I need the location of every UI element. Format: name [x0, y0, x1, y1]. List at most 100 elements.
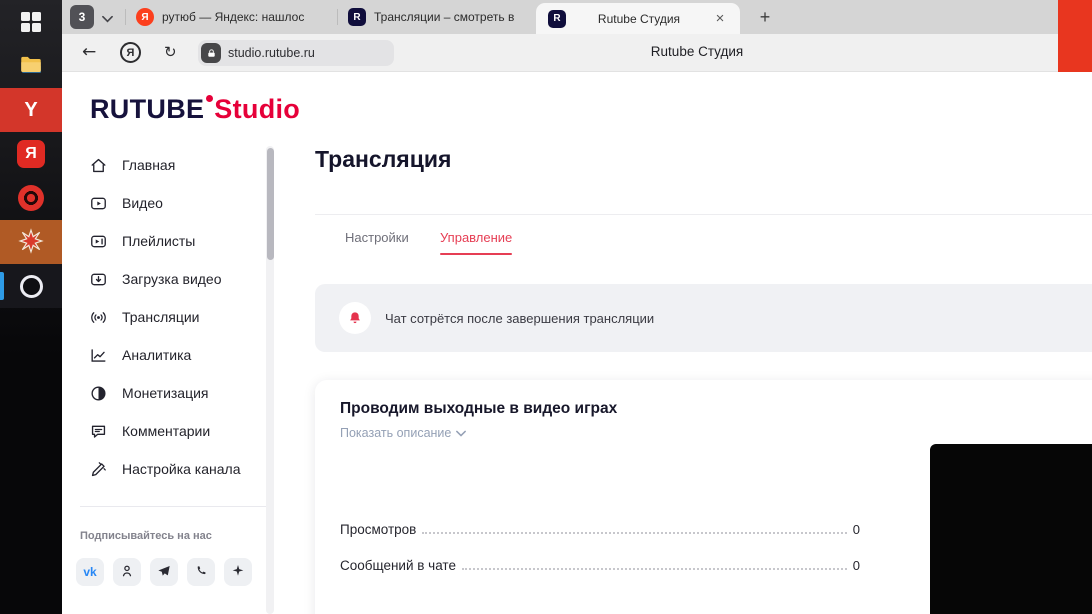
- page-title: Трансляция: [315, 146, 452, 172]
- playlist-icon: [88, 231, 108, 251]
- dotted-leader: [422, 532, 847, 534]
- telegram-icon: [156, 563, 172, 582]
- notice-banner: Чат сотрётся после завершения трансляции: [315, 284, 1092, 352]
- tab-title: Трансляции – смотреть в: [374, 10, 515, 24]
- sidebar-item-playlists[interactable]: Плейлисты: [80, 222, 270, 260]
- bell-icon: [339, 302, 371, 334]
- scrollbar-thumb[interactable]: [266, 148, 274, 260]
- odnoklassniki-button[interactable]: [113, 558, 141, 586]
- tab-settings[interactable]: Настройки: [345, 230, 409, 245]
- stream-preview[interactable]: [930, 444, 1092, 614]
- rutube-favicon: R: [548, 9, 566, 28]
- sidebar-item-video[interactable]: Видео: [80, 184, 270, 222]
- close-tab-button[interactable]: ×: [712, 11, 728, 26]
- stat-label: Просмотров: [340, 522, 417, 537]
- sidebar-item-label: Монетизация: [122, 385, 209, 401]
- chevron-down-icon: [456, 426, 467, 440]
- refresh-button[interactable]: ↻: [164, 43, 177, 61]
- sidebar-item-label: Комментарии: [122, 423, 211, 439]
- tab-counter-button[interactable]: 3: [70, 5, 94, 29]
- yandex-browser-icon: Y: [24, 98, 38, 121]
- sidebar-item-label: Плейлисты: [122, 233, 196, 249]
- new-tab-button[interactable]: +: [752, 4, 778, 30]
- desktop: Y Я 3 Я рутюб — Яндекс: нашлос R Трансля…: [0, 0, 1092, 614]
- sidebar-item-channel-settings[interactable]: Настройка канала: [80, 450, 270, 488]
- stat-value: 0: [852, 558, 860, 573]
- background-window-edge: [1058, 0, 1092, 72]
- browser-toolbar: ← Я ↻ studio.rutube.ru Rutube Студия: [62, 34, 1092, 72]
- back-button[interactable]: ←: [82, 42, 96, 62]
- stream-stats: Просмотров 0 Сообщений в чате 0: [340, 522, 860, 594]
- subscribe-label: Подписывайтесь на нас: [80, 530, 212, 542]
- vk-button[interactable]: vk: [76, 558, 104, 586]
- rutube-studio-page: RUTUBE Studio Главная Видео Плейлисты За…: [62, 72, 1092, 614]
- record-app-button[interactable]: [0, 176, 62, 220]
- tab-bar: 3 Я рутюб — Яндекс: нашлос R Трансляции …: [62, 0, 1092, 34]
- social-links: vk: [76, 558, 252, 586]
- stream-card: Проводим выходные в видео играх Показать…: [315, 380, 1092, 614]
- starburst-icon: [18, 227, 44, 257]
- telegram-button[interactable]: [150, 558, 178, 586]
- sparkle-icon: [230, 563, 246, 582]
- yandex-favicon: Я: [136, 8, 154, 26]
- stream-title: Проводим выходные в видео играх: [340, 400, 618, 417]
- yandex-home-button[interactable]: Я: [120, 42, 141, 63]
- dotted-leader: [461, 568, 847, 570]
- home-icon: [88, 155, 108, 175]
- start-menu-button[interactable]: [0, 0, 62, 44]
- sidebar-item-broadcasts[interactable]: Трансляции: [80, 298, 270, 336]
- stat-label: Сообщений в чате: [340, 558, 456, 573]
- broadcast-icon: [88, 307, 108, 327]
- sidebar-item-monetization[interactable]: Монетизация: [80, 374, 270, 412]
- yandex-browser-button[interactable]: Y: [0, 88, 62, 132]
- sidebar-item-label: Трансляции: [122, 309, 200, 325]
- more-socials-button[interactable]: [224, 558, 252, 586]
- viber-button[interactable]: [187, 558, 215, 586]
- stat-views-row: Просмотров 0: [340, 522, 860, 537]
- tab-rutube-studio[interactable]: R Rutube Студия ×: [536, 3, 740, 34]
- sidebar-scrollbar[interactable]: [266, 146, 274, 614]
- window-title: Rutube Студия: [650, 44, 744, 59]
- logo-brand: RUTUBE: [90, 94, 205, 124]
- video-icon: [88, 193, 108, 213]
- record-icon: [18, 185, 44, 211]
- show-description-button[interactable]: Показать описание: [340, 426, 467, 440]
- sidebar-item-home[interactable]: Главная: [80, 146, 270, 184]
- stat-chat-messages-row: Сообщений в чате 0: [340, 558, 860, 573]
- sidebar-item-analytics[interactable]: Аналитика: [80, 336, 270, 374]
- sidebar-item-label: Главная: [122, 157, 176, 173]
- sidebar-item-comments[interactable]: Комментарии: [80, 412, 270, 450]
- logo-dot: [206, 95, 214, 102]
- file-explorer-button[interactable]: [0, 44, 62, 88]
- rutube-studio-logo[interactable]: RUTUBE Studio: [90, 94, 300, 125]
- studio-sidebar: Главная Видео Плейлисты Загрузка видео Т…: [80, 146, 270, 488]
- active-app-indicator: [0, 272, 4, 300]
- obs-app-button[interactable]: [0, 264, 62, 308]
- tab-yandex-search[interactable]: Я рутюб — Яндекс: нашлос: [126, 0, 336, 34]
- start-menu-icon: [21, 12, 41, 32]
- comments-icon: [88, 421, 108, 441]
- yandex-icon: Я: [17, 140, 45, 168]
- sidebar-item-label: Аналитика: [122, 347, 192, 363]
- stat-value: 0: [852, 522, 860, 537]
- notice-text: Чат сотрётся после завершения трансляции: [385, 310, 655, 326]
- app-dock: Y Я: [0, 0, 62, 614]
- logo-suffix: Studio: [214, 94, 301, 124]
- tab-rutube-translations[interactable]: R Трансляции – смотреть в: [338, 0, 544, 34]
- sidebar-item-label: Видео: [122, 195, 163, 211]
- vk-icon: vk: [83, 565, 97, 579]
- sidebar-item-label: Настройка канала: [122, 461, 241, 477]
- yandex-app-button[interactable]: Я: [0, 132, 62, 176]
- tab-list-button[interactable]: [97, 10, 117, 26]
- tab-management[interactable]: Управление: [440, 230, 513, 255]
- channel-settings-icon: [88, 459, 108, 479]
- rutube-app-button[interactable]: [0, 220, 62, 264]
- lock-icon: [201, 43, 221, 63]
- monetization-icon: [88, 383, 108, 403]
- chevron-down-icon: [101, 11, 113, 26]
- sidebar-item-upload[interactable]: Загрузка видео: [80, 260, 270, 298]
- folder-icon: [18, 52, 44, 81]
- viber-icon: [193, 563, 209, 582]
- sidebar-divider: [80, 506, 268, 507]
- rutube-favicon: R: [348, 8, 366, 26]
